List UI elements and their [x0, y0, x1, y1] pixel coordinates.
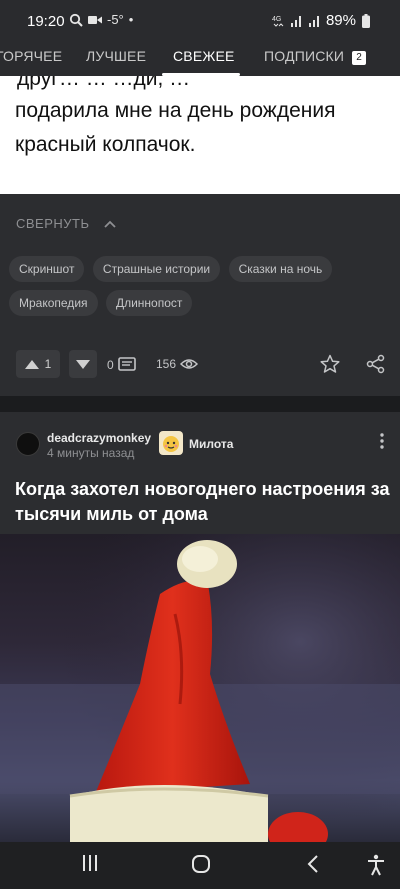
story-cut-line: друг… … …ди, … — [17, 76, 191, 90]
post-card: deadcrazymonkey 4 минуты назад Милота Ко… — [0, 412, 400, 534]
battery-percent: 89% — [325, 12, 356, 29]
share-button[interactable] — [366, 354, 386, 379]
status-time: 19:20 — [27, 13, 65, 30]
more-vertical-icon — [380, 433, 384, 449]
post-title[interactable]: Когда захотел новогоднего настроения за … — [15, 477, 395, 527]
back-button[interactable] — [306, 854, 320, 879]
home-button[interactable] — [191, 854, 211, 879]
story-line: подарила мне на день рождения — [15, 99, 336, 122]
back-icon — [307, 855, 318, 873]
author-name[interactable]: deadcrazymonkey — [47, 431, 151, 445]
temperature: -5° — [107, 12, 124, 27]
post-actions: 1 0 156 — [0, 350, 400, 386]
downvote-button[interactable] — [69, 350, 97, 378]
story-line: красный колпачок. — [15, 133, 196, 156]
signal-icon — [308, 15, 319, 27]
svg-text:4G: 4G — [272, 16, 281, 23]
upvote-button[interactable]: 1 — [16, 350, 60, 378]
battery-icon — [362, 13, 370, 28]
santa-hat-photo — [0, 534, 400, 842]
accessibility-button[interactable] — [366, 854, 386, 881]
collapse-button[interactable]: СВЕРНУТЬ — [16, 216, 116, 231]
comment-icon — [117, 357, 136, 371]
share-icon — [366, 354, 385, 374]
more-options-button[interactable] — [380, 433, 384, 452]
4g-icon: 4G — [272, 16, 284, 27]
feed-tabs: ГОРЯЧЕЕ ЛУЧШЕЕ СВЕЖЕЕ ПОДПИСКИ 2 — [0, 40, 400, 76]
collapse-label: СВЕРНУТЬ — [16, 216, 90, 231]
tab-fresh[interactable]: СВЕЖЕЕ — [173, 48, 235, 64]
cute-face-icon — [163, 436, 179, 452]
star-icon — [320, 354, 340, 373]
status-bar: 19:20 -5° • 4G 89% — [0, 0, 400, 40]
rating-value: 1 — [44, 357, 52, 371]
accessibility-icon — [368, 854, 384, 876]
subscriptions-badge: 2 — [352, 51, 367, 65]
system-nav-bar — [0, 842, 400, 889]
notification-dot: • — [128, 12, 134, 27]
views-count: 156 — [156, 357, 177, 371]
tag-chip[interactable]: Длиннопост — [105, 290, 193, 316]
video-icon — [88, 15, 102, 24]
recents-icon — [83, 855, 97, 871]
avatar[interactable] — [16, 432, 40, 456]
tag-chip[interactable]: Сказки на ночь — [228, 256, 333, 282]
views-indicator: 156 — [156, 357, 199, 371]
post-footer: СВЕРНУТЬ Скриншот Страшные истории Сказк… — [0, 194, 400, 396]
post-time: 4 минуты назад — [47, 446, 135, 460]
eye-icon — [180, 359, 199, 369]
arrow-up-icon — [24, 359, 39, 369]
tag-chip[interactable]: Мракопедия — [9, 290, 98, 316]
tab-hot[interactable]: ГОРЯЧЕЕ — [0, 48, 62, 64]
tab-best[interactable]: ЛУЧШЕЕ — [86, 48, 146, 64]
comments-button[interactable]: 0 — [107, 357, 136, 373]
community-name[interactable]: Милота — [189, 437, 233, 451]
save-button[interactable] — [320, 354, 340, 379]
comments-count: 0 — [107, 358, 114, 372]
home-icon — [192, 855, 210, 873]
tab-subscriptions[interactable]: ПОДПИСКИ 2 — [264, 48, 367, 65]
post-separator — [0, 396, 400, 412]
search-icon — [69, 13, 83, 27]
story-text-block: друг… … …ди, … подарила мне на день рожд… — [0, 76, 400, 194]
recents-button[interactable] — [82, 854, 98, 877]
post-image[interactable] — [0, 534, 400, 842]
signal-icon — [290, 15, 301, 27]
arrow-down-icon — [76, 359, 90, 369]
chevron-up-icon — [103, 220, 116, 228]
community-icon[interactable] — [159, 431, 183, 455]
tab-subscriptions-label: ПОДПИСКИ — [264, 48, 345, 64]
tag-chip[interactable]: Скриншот — [9, 256, 85, 282]
tag-list: Скриншот Страшные истории Сказки на ночь… — [9, 256, 389, 324]
tag-chip[interactable]: Страшные истории — [92, 256, 221, 282]
